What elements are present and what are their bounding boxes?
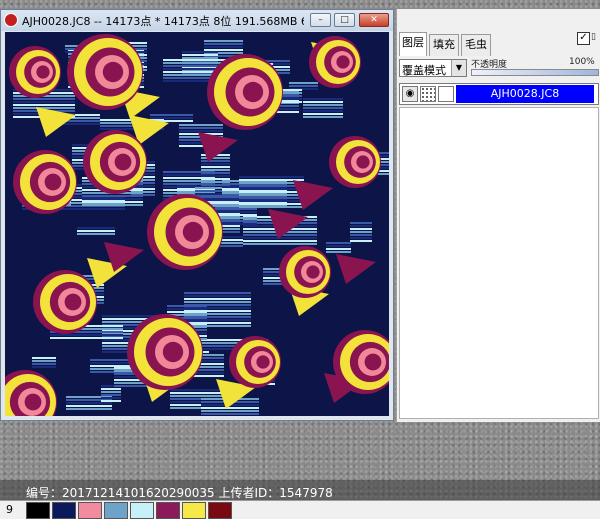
layer-list-area[interactable]	[399, 107, 599, 419]
layer-row[interactable]: ◉ AJH0028.JC8	[399, 83, 599, 105]
image-window-titlebar[interactable]: AJH0028.JC8 -- 14173点 * 14173点 8位 191.56…	[1, 10, 393, 31]
palette-swatch[interactable]	[130, 502, 154, 519]
eye-icon[interactable]: ◉	[402, 86, 418, 102]
palette-swatch[interactable]	[156, 502, 180, 519]
close-button[interactable]: ✕	[359, 13, 389, 27]
panel-checkbox[interactable]: ✓	[577, 32, 590, 45]
palette-swatch[interactable]	[182, 502, 206, 519]
image-window[interactable]: AJH0028.JC8 -- 14173点 * 14173点 8位 191.56…	[0, 9, 394, 421]
tab-layers[interactable]: 图层	[399, 32, 427, 56]
layer-thumbnail	[438, 86, 454, 102]
panel-corner-icon: ▯	[591, 32, 596, 42]
pattern-image	[5, 32, 389, 416]
palette-swatch[interactable]	[104, 502, 128, 519]
chevron-down-icon[interactable]: ▼	[451, 60, 466, 76]
pattern-canvas[interactable]	[5, 32, 389, 416]
app-icon	[4, 13, 18, 27]
minimize-button[interactable]: –	[310, 13, 331, 27]
opacity-value: 100%	[569, 57, 595, 67]
palette-swatch[interactable]	[208, 502, 232, 519]
watermark-text: 编号：20171214101620290035 上传者ID：1547978	[26, 486, 333, 500]
palette-swatch[interactable]	[26, 502, 50, 519]
image-window-title: AJH0028.JC8 -- 14173点 * 14173点 8位 191.56…	[22, 15, 304, 28]
blend-mode-value: 覆盖模式	[402, 64, 446, 77]
opacity-slider[interactable]	[471, 69, 599, 76]
blend-mode-select[interactable]: 覆盖模式 ▼	[399, 59, 467, 77]
halftone-icon[interactable]	[420, 86, 436, 102]
layer-name[interactable]: AJH0028.JC8	[456, 85, 594, 103]
tab-fill[interactable]: 填充	[429, 34, 459, 56]
color-palette-bar: 9	[0, 500, 600, 519]
layers-panel: 图层 填充 毛虫 ✓ ▯ 覆盖模式 ▼ 不透明度 100% ◉ AJH0028.…	[396, 9, 600, 422]
palette-number: 9	[6, 503, 13, 516]
tab-caterpillar[interactable]: 毛虫	[461, 34, 491, 56]
palette-swatch[interactable]	[78, 502, 102, 519]
palette-swatch[interactable]	[52, 502, 76, 519]
maximize-button[interactable]: □	[334, 13, 355, 27]
